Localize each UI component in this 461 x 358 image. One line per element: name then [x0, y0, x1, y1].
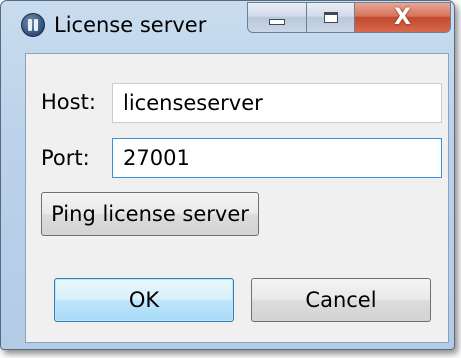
maximize-button[interactable] — [307, 2, 355, 33]
port-label: Port: — [41, 146, 90, 170]
minimize-button[interactable] — [247, 2, 307, 33]
maximize-icon — [323, 12, 338, 23]
close-icon: X — [394, 4, 411, 30]
ping-license-server-button[interactable]: Ping license server — [41, 192, 259, 236]
ok-button[interactable]: OK — [54, 278, 234, 322]
dialog-content: Host: Port: Ping license server OK Cance… — [25, 53, 449, 343]
cancel-button[interactable]: Cancel — [251, 278, 431, 322]
title-bar[interactable]: License server X — [1, 1, 454, 53]
host-input[interactable] — [112, 83, 442, 123]
host-label: Host: — [41, 90, 96, 114]
caption-buttons: X — [247, 2, 451, 34]
window-title: License server — [54, 13, 207, 37]
port-input[interactable] — [112, 138, 442, 178]
minimize-icon — [269, 18, 285, 25]
app-icon — [21, 13, 45, 37]
close-button[interactable]: X — [355, 2, 451, 33]
license-server-dialog: License server X Host: Port: Ping licens… — [0, 0, 455, 350]
